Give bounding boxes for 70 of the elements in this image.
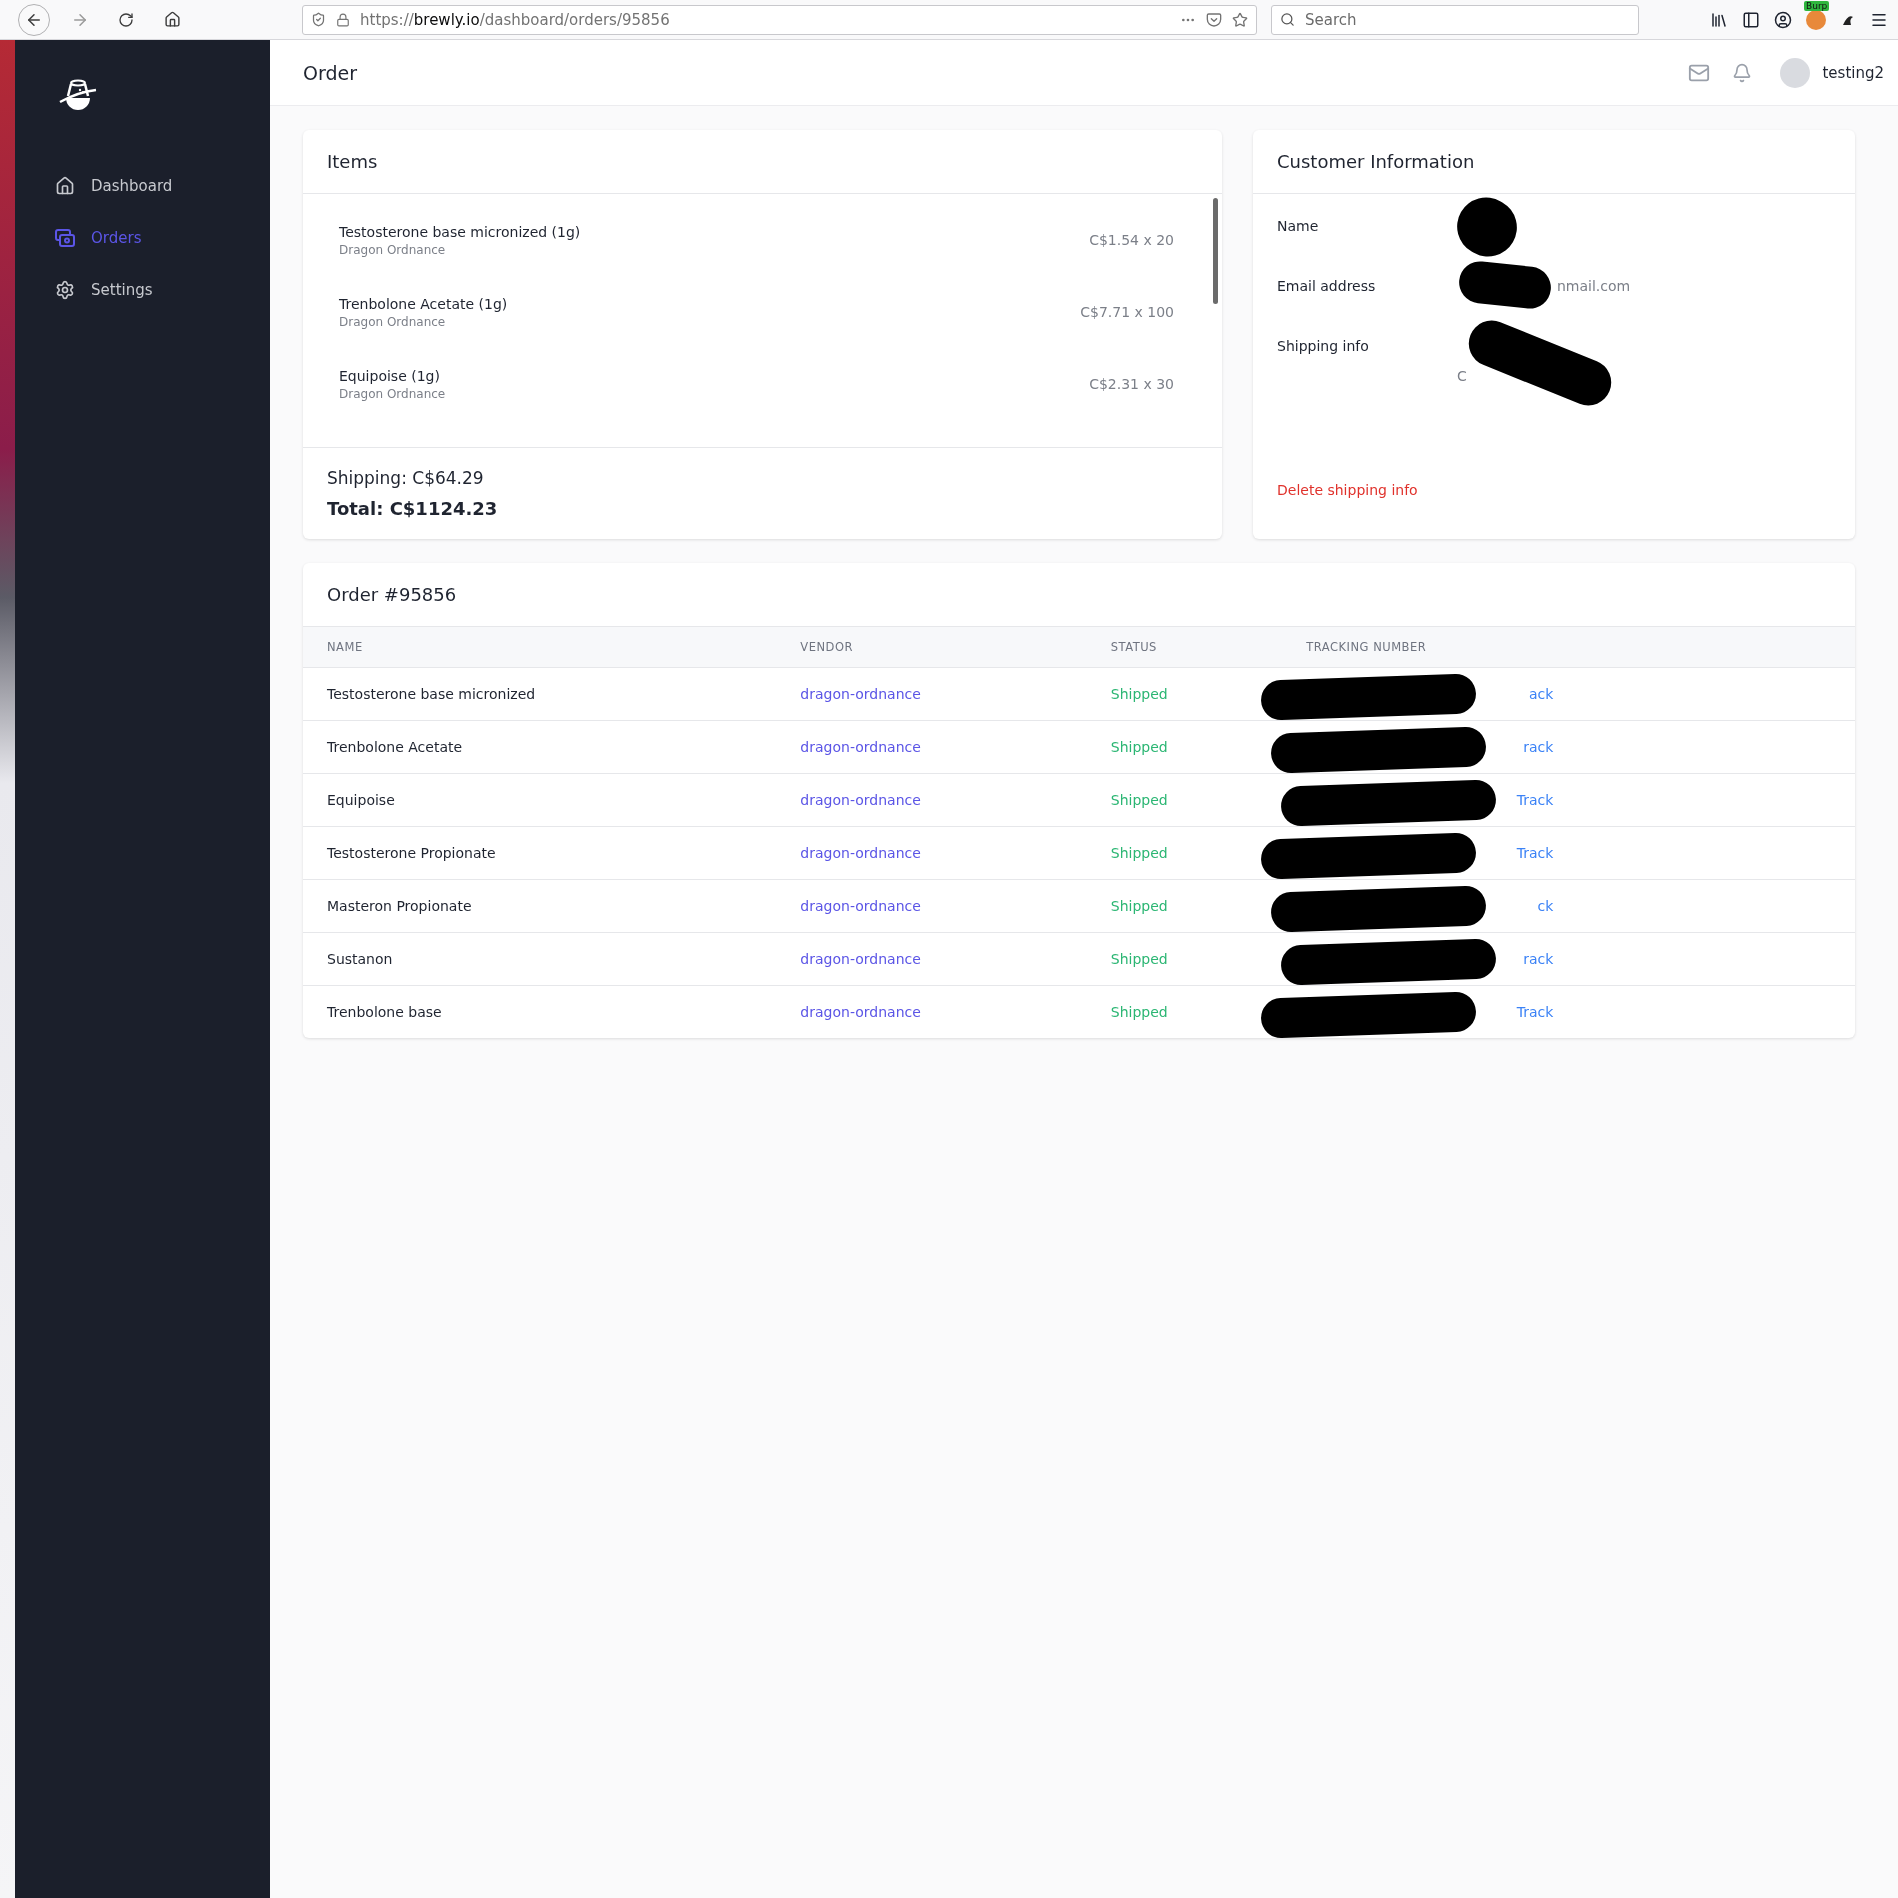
column-header: VENDOR bbox=[776, 627, 1087, 667]
sidebar-item[interactable]: Settings bbox=[40, 264, 270, 316]
settings-icon bbox=[55, 280, 75, 300]
vendor-link[interactable]: dragon-ordnance bbox=[800, 791, 921, 808]
column-header: NAME bbox=[303, 627, 777, 667]
sidebar-item[interactable]: Dashboard bbox=[40, 160, 270, 212]
column-header: TRACKING NUMBER bbox=[1282, 627, 1855, 667]
card-title: Customer Information bbox=[1253, 130, 1855, 194]
track-link[interactable]: rack bbox=[1523, 950, 1554, 967]
shipping-cost: Shipping: C$64.29 bbox=[327, 468, 485, 488]
status-text: Shipped bbox=[1110, 950, 1168, 967]
order-total: Total: C$1124.23 bbox=[327, 498, 499, 519]
track-link[interactable]: Track bbox=[1516, 844, 1554, 861]
table-cell: Testosterone Propionate bbox=[327, 844, 496, 861]
vendor-link[interactable]: dragon-ordnance bbox=[800, 685, 921, 702]
page-title: Order bbox=[303, 61, 358, 84]
status-text: Shipped bbox=[1110, 844, 1168, 861]
status-text: Shipped bbox=[1110, 1003, 1168, 1020]
sidebar-item[interactable]: Orders bbox=[40, 212, 270, 264]
search-field[interactable]: Search bbox=[1271, 4, 1639, 35]
home-icon bbox=[163, 11, 181, 28]
address-bar[interactable]: https://brewly.io/dashboard/orders/95856 bbox=[302, 4, 1257, 35]
field-label: Name bbox=[1277, 217, 1320, 236]
table-cell: Testosterone base micronized bbox=[327, 685, 536, 702]
status-text: Shipped bbox=[1110, 791, 1168, 808]
item-vendor: Dragon Ordnance bbox=[339, 242, 447, 257]
item-vendor: Dragon Ordnance bbox=[339, 314, 447, 329]
user-name[interactable]: testing2 bbox=[1822, 63, 1884, 82]
track-link[interactable]: Track bbox=[1516, 1003, 1554, 1020]
extension-badge: Burp bbox=[1804, 0, 1830, 11]
item-name: Equipoise (1g) bbox=[339, 367, 441, 384]
home-icon bbox=[55, 176, 75, 196]
track-link[interactable]: ck bbox=[1537, 897, 1554, 914]
vendor-link[interactable]: dragon-ordnance bbox=[800, 1003, 921, 1020]
status-text: Shipped bbox=[1110, 897, 1168, 914]
table-cell: Trenbolone base bbox=[327, 1003, 442, 1020]
card-title: Items bbox=[303, 130, 1222, 194]
vendor-link[interactable]: dragon-ordnance bbox=[800, 844, 921, 861]
item-name: Trenbolone Acetate (1g) bbox=[339, 295, 509, 312]
vendor-link[interactable]: dragon-ordnance bbox=[800, 738, 921, 755]
reload-icon bbox=[118, 11, 134, 28]
field-value: C bbox=[1457, 368, 1467, 384]
table-cell: Trenbolone Acetate bbox=[327, 738, 463, 755]
field-value: nmail.com bbox=[1557, 278, 1631, 294]
item-price: C$2.31 x 30 bbox=[1089, 376, 1174, 392]
status-text: Shipped bbox=[1110, 685, 1168, 702]
item-price: C$7.71 x 100 bbox=[1080, 304, 1174, 320]
field-label: Email address bbox=[1277, 277, 1377, 296]
search-icon bbox=[1280, 12, 1295, 27]
table-cell: Masteron Propionate bbox=[327, 897, 472, 914]
cards-icon bbox=[55, 228, 75, 248]
field-label: Shipping info bbox=[1277, 337, 1370, 356]
item-price: C$1.54 x 20 bbox=[1089, 232, 1174, 248]
library-icon[interactable] bbox=[1710, 10, 1728, 29]
delete-link[interactable]: Delete shipping info bbox=[1277, 482, 1831, 498]
track-link[interactable]: ack bbox=[1528, 685, 1554, 702]
item-vendor: Dragon Ordnance bbox=[339, 386, 447, 401]
track-link[interactable]: rack bbox=[1523, 738, 1554, 755]
table-cell: Sustanon bbox=[327, 950, 393, 967]
logo-icon bbox=[58, 78, 98, 112]
account-icon[interactable] bbox=[1774, 10, 1792, 29]
bell-icon[interactable] bbox=[1732, 62, 1753, 83]
status-text: Shipped bbox=[1110, 738, 1168, 755]
vendor-link[interactable]: dragon-ordnance bbox=[800, 950, 921, 967]
column-header: STATUS bbox=[1086, 627, 1283, 667]
vendor-link[interactable]: dragon-ordnance bbox=[800, 897, 921, 914]
item-name: Testosterone base micronized (1g) bbox=[339, 223, 582, 240]
sidebar-icon[interactable] bbox=[1742, 10, 1760, 29]
track-link[interactable]: Track bbox=[1516, 791, 1554, 808]
table-cell: Equipoise bbox=[327, 791, 395, 808]
